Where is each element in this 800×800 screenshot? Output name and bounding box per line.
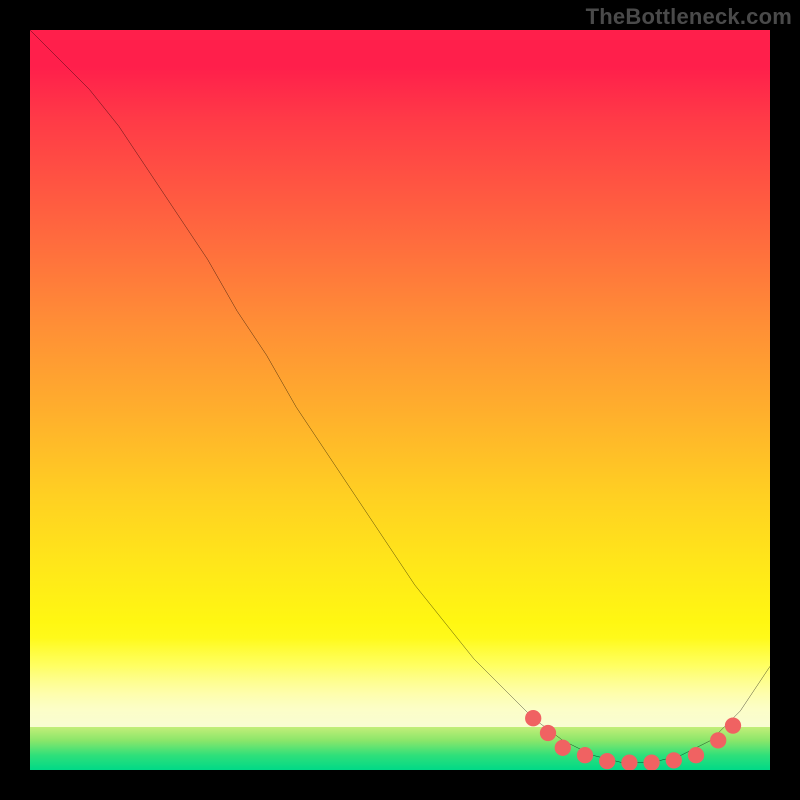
highlight-dot — [525, 710, 541, 726]
highlight-dot — [577, 747, 593, 763]
highlight-dot — [599, 753, 615, 769]
plot-area — [30, 30, 770, 770]
highlight-dot — [710, 732, 726, 748]
chart-frame: TheBottleneck.com — [0, 0, 800, 800]
highlight-dot — [666, 752, 682, 768]
highlight-dot — [688, 747, 704, 763]
highlight-dot — [540, 725, 556, 741]
curve-layer — [30, 30, 770, 770]
bottleneck-curve-path — [30, 30, 770, 763]
highlight-dot — [555, 740, 571, 756]
watermark-text: TheBottleneck.com — [586, 4, 792, 30]
highlight-dots-group — [525, 710, 741, 770]
highlight-dot — [621, 754, 637, 770]
highlight-dot — [725, 717, 741, 733]
highlight-dot — [643, 754, 659, 770]
